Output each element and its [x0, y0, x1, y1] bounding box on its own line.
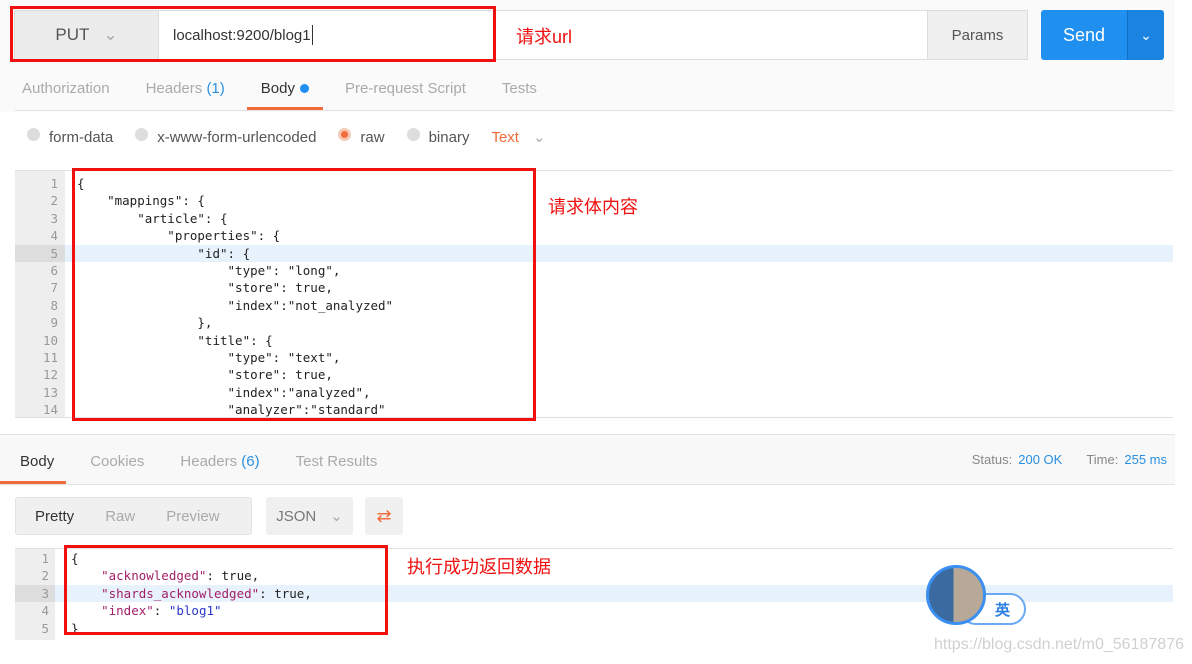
headers-count: (6) — [241, 453, 260, 470]
tab-label: Body — [260, 80, 295, 97]
line-number: 4 — [50, 228, 58, 244]
line-number: 8 — [50, 297, 58, 313]
divider — [15, 110, 1173, 111]
watermark: https://blog.csdn.net/m0_56187876 — [934, 636, 1184, 653]
radio-label: x-www-form-urlencoded — [157, 128, 317, 146]
line-number: 12 — [42, 367, 58, 383]
line-number: 14 — [42, 402, 58, 418]
tab-label: Headers — [180, 453, 238, 470]
radio-urlencoded[interactable]: x-www-form-urlencoded — [135, 127, 317, 146]
tab-pre-request-script[interactable]: Pre-request Script — [345, 76, 466, 110]
status-value: 200 OK — [1018, 452, 1063, 467]
view-preview[interactable]: Preview — [166, 508, 219, 525]
content-type-label: Text — [491, 128, 519, 146]
response-status: Status: 200 OK Time: 255 ms — [972, 452, 1167, 467]
response-tab-headers[interactable]: Headers (6) — [180, 453, 259, 484]
line-number: 1 — [50, 176, 58, 191]
line-number: 6 — [50, 263, 58, 278]
params-button[interactable]: Params — [927, 10, 1028, 60]
line-number: 5 — [15, 244, 65, 262]
avatar[interactable] — [926, 565, 986, 625]
radio-icon — [135, 127, 149, 141]
view-raw[interactable]: Raw — [105, 508, 135, 525]
tab-authorization[interactable]: Authorization — [22, 76, 110, 110]
ime-label: 英 — [994, 601, 1010, 619]
response-tab-cookies[interactable]: Cookies — [90, 453, 144, 484]
tab-headers[interactable]: Headers (1) — [146, 76, 225, 110]
response-highlight-box — [64, 545, 388, 635]
tab-tests[interactable]: Tests — [502, 76, 537, 110]
line-number: 11 — [42, 350, 58, 365]
response-tab-body[interactable]: Body — [0, 453, 67, 484]
body-mode-radios: form-data x-www-form-urlencoded raw bina… — [27, 127, 546, 147]
body-highlight-box — [72, 168, 536, 421]
headers-count: (1) — [206, 80, 225, 97]
radio-label: raw — [360, 128, 385, 146]
line-number: 3 — [15, 584, 55, 603]
radio-icon — [27, 127, 40, 141]
radio-label: binary — [428, 128, 470, 146]
radio-raw[interactable]: raw — [338, 127, 385, 146]
request-tabs: Authorization Headers (1) Body Pre-reque… — [22, 76, 573, 110]
time-value: 255 ms — [1124, 452, 1167, 467]
line-number: 4 — [41, 603, 49, 619]
radio-binary[interactable]: binary — [406, 127, 470, 146]
view-mode-toggle: Pretty Raw Preview — [15, 497, 252, 535]
tab-body[interactable]: Body — [246, 76, 324, 110]
line-number: 10 — [42, 332, 58, 348]
wrap-icon: ⇄ — [376, 505, 392, 526]
line-number: 13 — [42, 384, 58, 400]
wrap-lines-button[interactable]: ⇄ — [365, 497, 403, 535]
view-pretty[interactable]: Pretty — [35, 508, 74, 525]
chevron-down-icon: ⌄ — [330, 508, 343, 525]
response-annotation: 执行成功返回数据 — [407, 557, 551, 577]
time-label: Time: — [1086, 452, 1119, 467]
line-number: 1 — [41, 551, 49, 566]
modified-dot-icon — [299, 84, 309, 93]
chevron-down-icon: ⌄ — [1140, 26, 1152, 43]
response-tabs: Body Cookies Headers (6) Test Results — [0, 453, 413, 487]
send-button[interactable]: Send — [1041, 10, 1127, 60]
tab-label: Headers — [145, 80, 203, 97]
line-number: 9 — [50, 315, 58, 331]
line-number: 7 — [50, 280, 58, 296]
url-highlight-box — [10, 6, 496, 62]
radio-selected-icon — [338, 127, 352, 141]
url-annotation: 请求url — [516, 27, 573, 47]
radio-form-data[interactable]: form-data — [27, 127, 114, 146]
send-dropdown-button[interactable]: ⌄ — [1127, 10, 1164, 60]
radio-icon — [406, 127, 420, 141]
line-number: 3 — [50, 210, 58, 226]
line-number: 2 — [41, 568, 49, 584]
response-tab-test-results[interactable]: Test Results — [296, 453, 378, 484]
radio-label: form-data — [49, 128, 114, 146]
content-type-select[interactable]: Text ⌄ — [491, 128, 546, 147]
status-label: Status: — [971, 452, 1013, 467]
body-annotation: 请求体内容 — [548, 197, 638, 217]
chevron-down-icon: ⌄ — [532, 129, 546, 146]
line-number: 5 — [41, 620, 49, 636]
format-label: JSON — [276, 507, 317, 525]
line-number: 2 — [50, 193, 58, 209]
format-select[interactable]: JSON ⌄ — [266, 497, 353, 535]
